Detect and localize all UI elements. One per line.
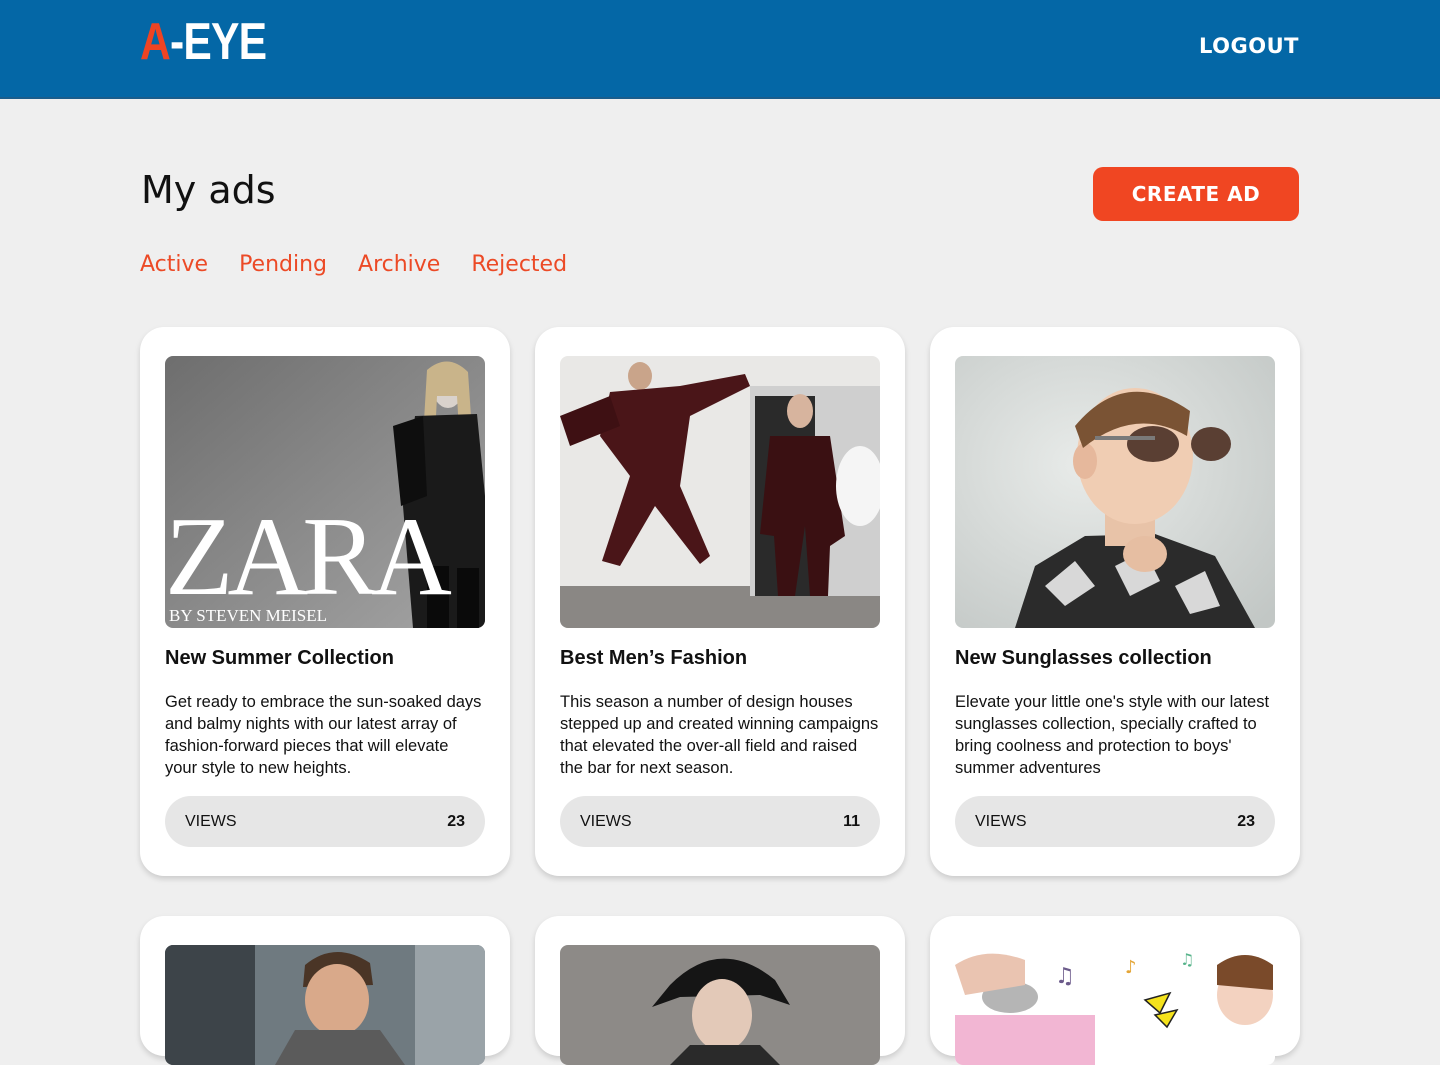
views-count: 23	[1237, 812, 1255, 830]
tab-rejected[interactable]: Rejected	[471, 252, 567, 277]
zara-campaign-image: ZARA BY STEVEN MEISEL	[165, 356, 485, 628]
woman-portrait-image	[560, 945, 880, 1065]
top-bar: A-EYE LOGOUT	[0, 0, 1440, 99]
kids-music-image: ♫ ♪ ♫	[955, 945, 1275, 1065]
mens-fashion-image	[560, 356, 880, 628]
tab-pending[interactable]: Pending	[239, 252, 327, 277]
ad-image	[560, 945, 880, 1065]
views-label: VIEWS	[185, 812, 237, 830]
tab-active[interactable]: Active	[140, 252, 208, 277]
ad-description: This season a number of design houses st…	[560, 693, 879, 777]
man-portrait-image	[165, 945, 485, 1065]
ad-title: New Summer Collection	[165, 647, 394, 669]
ad-card[interactable]: Best Men’s Fashion This season a number …	[535, 327, 905, 876]
ad-image	[165, 945, 485, 1065]
views-bar: VIEWS 23	[955, 796, 1275, 847]
ad-card[interactable]: New Sunglasses collection Elevate your l…	[930, 327, 1300, 876]
ad-card[interactable]	[535, 916, 905, 1065]
views-bar: VIEWS 11	[560, 796, 880, 847]
page-title: My ads	[141, 168, 276, 212]
ad-image: ZARA BY STEVEN MEISEL	[165, 356, 485, 628]
views-label: VIEWS	[580, 812, 632, 830]
tab-archive[interactable]: Archive	[358, 252, 440, 277]
ad-title: Best Men’s Fashion	[560, 647, 748, 669]
logo-text: -EYE	[169, 13, 267, 71]
views-count: 11	[843, 812, 860, 830]
create-ad-button[interactable]: CREATE AD	[1093, 167, 1299, 221]
ad-image	[560, 356, 880, 628]
ad-description: Get ready to embrace the sun-soaked days…	[165, 693, 482, 777]
svg-text:♫: ♫	[1055, 964, 1075, 989]
sunglasses-boy-image	[955, 356, 1275, 628]
ad-image	[955, 356, 1275, 628]
ad-image: ♫ ♪ ♫	[955, 945, 1275, 1065]
status-tabs: Active Pending Archive Rejected	[140, 252, 567, 277]
logo-letter-a: A	[140, 13, 171, 71]
svg-text:♪: ♪	[1125, 957, 1137, 978]
zara-wordmark: ZARA	[165, 495, 452, 619]
ad-card[interactable]: ♫ ♪ ♫	[930, 916, 1300, 1065]
logout-button[interactable]: LOGOUT	[1199, 34, 1299, 58]
logo[interactable]: A-EYE	[140, 13, 267, 71]
zara-credit-text: BY STEVEN MEISEL	[169, 606, 327, 625]
views-label: VIEWS	[975, 812, 1027, 830]
ad-title: New Sunglasses collection	[955, 647, 1212, 669]
views-count: 23	[447, 812, 465, 830]
svg-text:♫: ♫	[1180, 950, 1194, 969]
views-bar: VIEWS 23	[165, 796, 485, 847]
ad-card[interactable]	[140, 916, 510, 1065]
ad-card[interactable]: ZARA BY STEVEN MEISEL New Summer Collect…	[140, 327, 510, 876]
ad-description: Elevate your little one's style with our…	[955, 693, 1270, 777]
